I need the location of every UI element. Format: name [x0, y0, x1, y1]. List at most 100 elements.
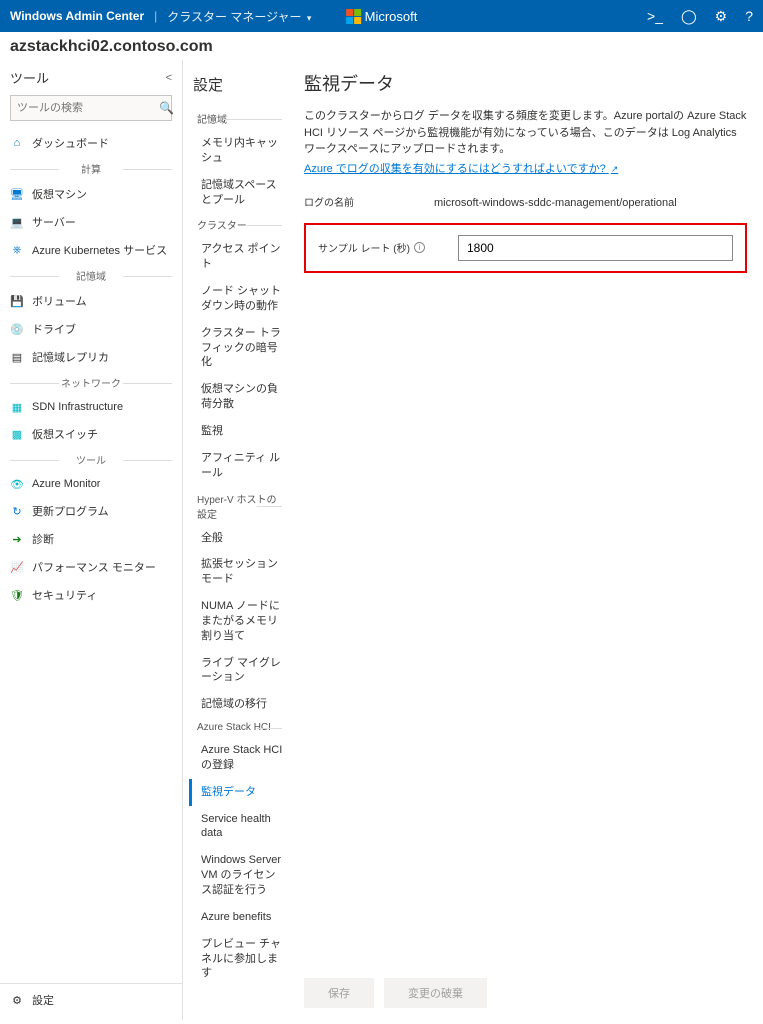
- header-brand: Microsoft: [346, 9, 418, 24]
- vm-icon: 🖥: [10, 187, 24, 201]
- cloud-shell-icon[interactable]: >_: [647, 8, 663, 24]
- sample-rate-input[interactable]: [458, 235, 733, 261]
- nav-label: 診断: [32, 531, 54, 547]
- set-vm-lb[interactable]: 仮想マシンの負荷分散: [189, 376, 288, 418]
- nav-vm[interactable]: 🖥仮想マシン: [0, 180, 182, 208]
- nav-label: パフォーマンス モニター: [32, 559, 156, 575]
- log-name-field: ログの名前 microsoft-windows-sddc-management/…: [304, 194, 747, 209]
- set-storage-mig[interactable]: 記憶域の移行: [189, 691, 288, 718]
- brand-text: Microsoft: [365, 9, 418, 24]
- nav-updates[interactable]: ↻ 更新プログラム: [0, 497, 182, 525]
- drive-icon: 💿: [10, 322, 24, 336]
- notifications-icon[interactable]: ◯: [681, 8, 697, 25]
- set-svc-health[interactable]: Service health data: [189, 806, 288, 848]
- shield-icon: 🛡: [10, 588, 24, 602]
- header-actions: >_ ◯ ⚙ ?: [647, 8, 753, 25]
- nav-security[interactable]: 🛡 セキュリティ: [0, 581, 182, 609]
- nav-sdn[interactable]: ▦ SDN Infrastructure: [0, 394, 182, 420]
- set-general[interactable]: 全般: [189, 525, 288, 552]
- save-button[interactable]: 保存: [304, 978, 374, 1008]
- tools-title: ツール: [10, 68, 49, 87]
- nav-dashboard[interactable]: ⌂ ダッシュボード: [0, 129, 182, 157]
- cluster-name: azstackhci02.contoso.com: [0, 32, 763, 60]
- tools-search[interactable]: 🔍: [10, 95, 172, 121]
- set-preview[interactable]: プレビュー チャネルに参加します: [189, 931, 288, 988]
- set-affinity[interactable]: アフィニティ ルール: [189, 445, 288, 487]
- collapse-chevron-icon[interactable]: <: [166, 72, 172, 84]
- nav-settings-footer[interactable]: ⚙ 設定: [0, 983, 182, 1016]
- replica-icon: ▤: [10, 350, 24, 364]
- set-access-point[interactable]: アクセス ポイント: [189, 236, 288, 278]
- nav-diag[interactable]: ➔ 診断: [0, 525, 182, 553]
- nav-label: Azure Kubernetes サービス: [32, 242, 167, 258]
- set-storage-space[interactable]: 記憶域スペースとプール: [189, 172, 288, 214]
- footer-label: 設定: [32, 992, 54, 1008]
- section-tools: ツール: [10, 452, 172, 467]
- set-monitoring[interactable]: 監視: [189, 418, 288, 445]
- help-link[interactable]: Azure でログの収集を有効にするにはどうすればよいですか? ↗: [304, 163, 618, 175]
- set-section-cluster: クラスター: [189, 213, 282, 236]
- action-bar: 保存 変更の破棄: [304, 978, 487, 1008]
- set-section-azurehci: Azure Stack HCI: [189, 718, 282, 737]
- set-section-storage: 記憶域: [189, 107, 282, 130]
- section-compute: 計算: [10, 161, 172, 176]
- nav-drive[interactable]: 💿 ドライブ: [0, 315, 182, 343]
- context-switcher[interactable]: クラスター マネージャー ▾: [167, 8, 311, 25]
- nav-label: 記憶域レプリカ: [32, 349, 109, 365]
- nav-label: ボリューム: [32, 293, 87, 309]
- nav-aks[interactable]: ⎈Azure Kubernetes サービス: [0, 236, 182, 264]
- gear-icon: ⚙: [10, 993, 24, 1007]
- product-name: Windows Admin Center: [10, 9, 144, 23]
- update-icon: ↻: [10, 504, 24, 518]
- chevron-down-icon: ▾: [307, 13, 312, 23]
- nav-storage-replica[interactable]: ▤ 記憶域レプリカ: [0, 343, 182, 371]
- help-icon[interactable]: ?: [745, 8, 753, 24]
- section-network: ネットワーク: [10, 375, 172, 390]
- settings-gear-icon[interactable]: ⚙: [715, 8, 728, 25]
- nav-label: 更新プログラム: [32, 503, 109, 519]
- set-traffic-enc[interactable]: クラスター トラフィックの暗号化: [189, 320, 288, 377]
- nav-label: ダッシュボード: [32, 135, 109, 151]
- sdn-icon: ▦: [10, 400, 24, 414]
- set-ws-vm-lic[interactable]: Windows Server VM のライセンス認証を行う: [189, 847, 288, 904]
- set-section-hyperv: Hyper-V ホストの設定: [189, 487, 282, 525]
- nav-label: 仮想スイッチ: [32, 426, 98, 442]
- nav-perfmon[interactable]: 📈 パフォーマンス モニター: [0, 553, 182, 581]
- settings-nav: 設定 記憶域 メモリ内キャッシュ 記憶域スペースとプール クラスター アクセス …: [183, 60, 288, 1020]
- section-storage: 記憶域: [10, 268, 172, 283]
- set-hci-reg[interactable]: Azure Stack HCI の登録: [189, 737, 288, 779]
- page-title: 監視データ: [304, 70, 747, 96]
- sample-rate-label: サンプル レート (秒): [318, 240, 410, 255]
- nav-vswitch[interactable]: ▩仮想スイッチ: [0, 420, 182, 448]
- nav-label: セキュリティ: [32, 587, 97, 603]
- diag-icon: ➔: [10, 532, 24, 546]
- sample-rate-label-group: サンプル レート (秒) i: [318, 240, 438, 255]
- tools-sidebar: ツール < 🔍 ⌂ ダッシュボード 計算 🖥仮想マシン 💻サーバー ⎈Azure …: [0, 60, 183, 1020]
- set-az-benefits[interactable]: Azure benefits: [189, 904, 288, 931]
- monitor-icon: 👁: [10, 477, 24, 491]
- header-left: Windows Admin Center | クラスター マネージャー ▾: [10, 8, 311, 25]
- nav-label: Azure Monitor: [32, 478, 100, 490]
- microsoft-logo-icon: [346, 9, 361, 24]
- sample-rate-row: サンプル レート (秒) i: [304, 223, 747, 273]
- info-icon[interactable]: i: [414, 242, 425, 253]
- nav-server[interactable]: 💻サーバー: [0, 208, 182, 236]
- set-mem-cache[interactable]: メモリ内キャッシュ: [189, 130, 288, 172]
- set-node-shutdown[interactable]: ノード シャットダウン時の動作: [189, 278, 288, 320]
- volume-icon: 💾: [10, 294, 24, 308]
- search-input[interactable]: [17, 102, 159, 114]
- tools-header: ツール <: [0, 64, 182, 95]
- nav-volume[interactable]: 💾 ボリューム: [0, 287, 182, 315]
- discard-button[interactable]: 変更の破棄: [384, 978, 487, 1008]
- nav-label: SDN Infrastructure: [32, 401, 123, 413]
- set-live-mig[interactable]: ライブ マイグレーション: [189, 650, 288, 692]
- main-content: 監視データ このクラスターからログ データを収集する頻度を変更します。Azure…: [288, 60, 763, 1020]
- home-icon: ⌂: [10, 136, 24, 150]
- nav-label: ドライブ: [32, 321, 76, 337]
- settings-title: 設定: [189, 70, 288, 107]
- perfmon-icon: 📈: [10, 560, 24, 574]
- set-enh-session[interactable]: 拡張セッション モード: [189, 551, 288, 593]
- set-numa[interactable]: NUMA ノードにまたがるメモリ割り当て: [189, 593, 288, 650]
- set-monitor-data[interactable]: 監視データ: [189, 779, 288, 806]
- nav-azmon[interactable]: 👁 Azure Monitor: [0, 471, 182, 497]
